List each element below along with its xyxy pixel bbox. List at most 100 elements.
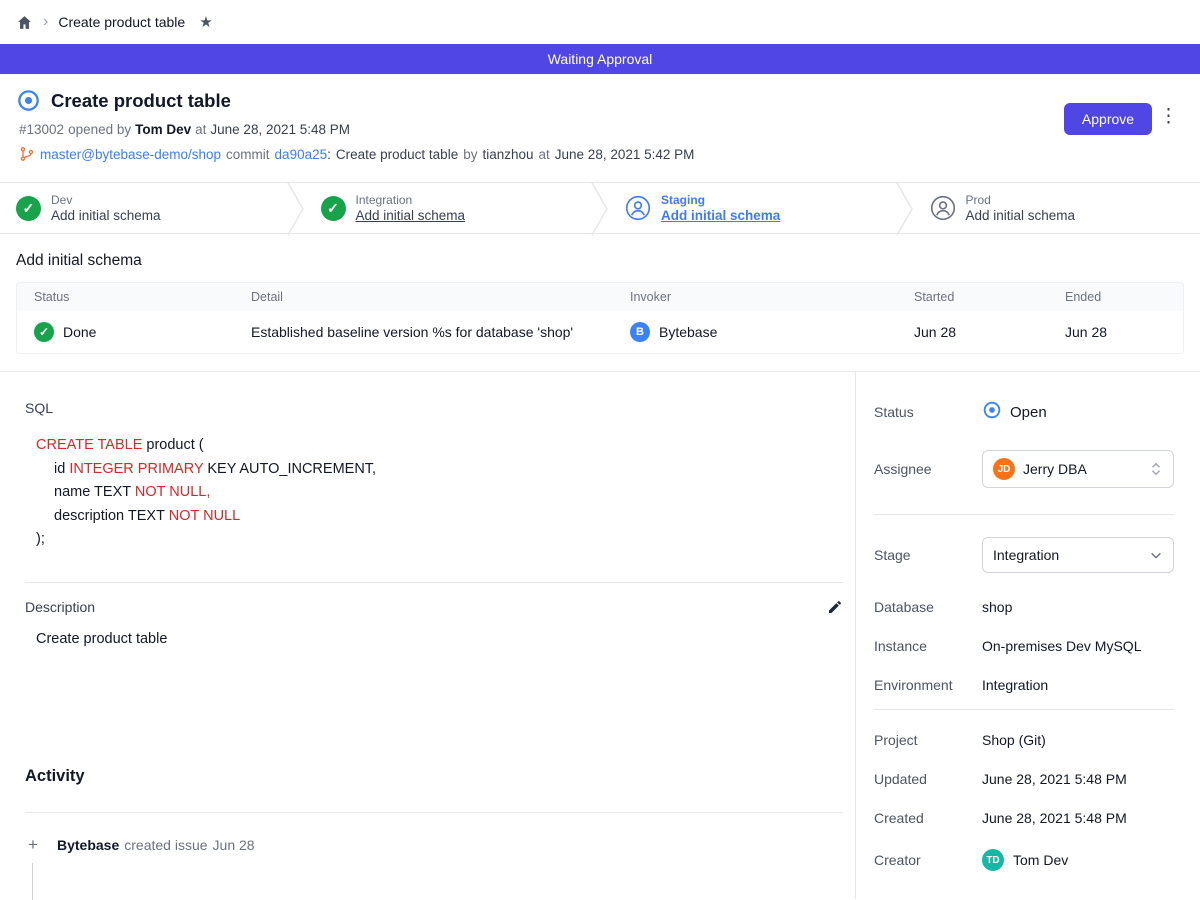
sql-line: description TEXT NOT NULL bbox=[36, 505, 843, 529]
commit-message: Create product table bbox=[336, 147, 458, 162]
stage-name: Prod bbox=[966, 193, 1076, 207]
task-table-header: StatusDetailInvokerStartedEnded bbox=[17, 283, 1183, 311]
project-label: Project bbox=[874, 732, 982, 748]
activity-date: Jun 28 bbox=[213, 837, 255, 853]
table-header-detail: Detail bbox=[251, 290, 630, 304]
task-status: Done bbox=[63, 324, 96, 340]
person-icon bbox=[625, 195, 651, 221]
divider bbox=[874, 709, 1174, 710]
breadcrumb-bar: › Create product table ★ bbox=[0, 0, 1200, 44]
chevron-down-icon bbox=[1149, 548, 1163, 562]
open-status-icon bbox=[982, 400, 1002, 424]
task-table-row[interactable]: ✓ Done Established baseline version %s f… bbox=[17, 311, 1183, 353]
description-text: Create product table bbox=[36, 631, 843, 647]
stage-name: Staging bbox=[661, 193, 780, 207]
divider bbox=[25, 812, 843, 813]
pipeline-stage-integration[interactable]: ✓ IntegrationAdd initial schema bbox=[305, 183, 592, 233]
sql-line: id INTEGER PRIMARY KEY AUTO_INCREMENT, bbox=[36, 458, 843, 482]
commit-by: by bbox=[463, 147, 477, 162]
updated-value: June 28, 2021 5:48 PM bbox=[982, 771, 1127, 787]
sql-line: name TEXT NOT NULL, bbox=[36, 481, 843, 505]
pipeline-stage-dev[interactable]: ✓DevAdd initial schema bbox=[0, 183, 287, 233]
waiting-approval-banner: Waiting Approval bbox=[0, 44, 1200, 74]
instance-row: Instance On-premises Dev MySQL bbox=[874, 638, 1174, 654]
creator-name: Tom Dev bbox=[1013, 852, 1068, 868]
database-label: Database bbox=[874, 599, 982, 615]
project-value[interactable]: Shop (Git) bbox=[982, 732, 1046, 748]
pipeline-stage-staging[interactable]: StagingAdd initial schema bbox=[609, 183, 896, 233]
task-invoker-cell: B Bytebase bbox=[630, 322, 914, 342]
task-title: Add initial schema bbox=[16, 252, 1184, 270]
updown-chevron-icon bbox=[1149, 462, 1163, 476]
divider bbox=[25, 582, 843, 583]
assignee-row: Assignee JD Jerry DBA bbox=[874, 450, 1174, 488]
breadcrumb-title[interactable]: Create product table bbox=[58, 14, 185, 30]
assignee-name: Jerry DBA bbox=[1023, 461, 1087, 477]
created-value: June 28, 2021 5:48 PM bbox=[982, 810, 1127, 826]
sql-line: ); bbox=[36, 528, 843, 552]
main-content: SQL CREATE TABLE product (id INTEGER PRI… bbox=[0, 371, 1200, 899]
assignee-label: Assignee bbox=[874, 461, 982, 477]
stage-task-link[interactable]: Add initial schema bbox=[966, 208, 1076, 223]
status-label: Status bbox=[874, 404, 982, 420]
commit-word: commit bbox=[226, 147, 270, 162]
task-invoker: Bytebase bbox=[659, 324, 717, 340]
updated-label: Updated bbox=[874, 771, 982, 787]
status-row: Status Open bbox=[874, 400, 1174, 424]
status-value: Open bbox=[982, 400, 1047, 424]
commit-author: tianzhou bbox=[482, 147, 533, 162]
home-icon[interactable] bbox=[16, 14, 33, 31]
sql-line: CREATE TABLE product ( bbox=[36, 434, 843, 458]
meta-opened-by: opened by bbox=[68, 122, 131, 137]
plus-icon: + bbox=[25, 835, 41, 855]
environment-value: Integration bbox=[982, 677, 1048, 693]
commit-colon: : bbox=[327, 147, 331, 162]
person-icon bbox=[930, 195, 956, 221]
database-value[interactable]: shop bbox=[982, 599, 1012, 615]
project-row: Project Shop (Git) bbox=[874, 732, 1174, 748]
issue-header: Create product table #13002 opened by To… bbox=[0, 74, 1200, 182]
stage-task-link[interactable]: Add initial schema bbox=[661, 208, 780, 223]
task-ended: Jun 28 bbox=[1065, 324, 1183, 340]
activity-entry: + Bytebase created issue Jun 28 bbox=[25, 835, 843, 855]
stage-task-link[interactable]: Add initial schema bbox=[51, 208, 161, 223]
issue-number: #13002 bbox=[19, 122, 64, 137]
creator-avatar: TD bbox=[982, 849, 1004, 871]
issue-sidebar: Status Open Assignee JD Jerry DBA bbox=[855, 372, 1200, 899]
assignee-select[interactable]: JD Jerry DBA bbox=[982, 450, 1174, 488]
commit-hash-link[interactable]: da90a25 bbox=[275, 147, 328, 162]
instance-label: Instance bbox=[874, 638, 982, 654]
stage-select-value: Integration bbox=[993, 547, 1059, 563]
assignee-avatar: JD bbox=[993, 458, 1015, 480]
pipeline-stages: ✓DevAdd initial schema✓IntegrationAdd in… bbox=[0, 182, 1200, 234]
stage-row: Stage Integration bbox=[874, 537, 1174, 573]
edit-pencil-icon[interactable] bbox=[827, 599, 843, 615]
kebab-menu-icon[interactable]: ⋮ bbox=[1159, 101, 1178, 133]
stage-select[interactable]: Integration bbox=[982, 537, 1174, 573]
stage-task-link[interactable]: Add initial schema bbox=[356, 208, 466, 223]
creator-label: Creator bbox=[874, 852, 982, 868]
task-table: StatusDetailInvokerStartedEnded ✓ Done E… bbox=[16, 282, 1184, 354]
status-text: Open bbox=[1010, 404, 1047, 421]
environment-label: Environment bbox=[874, 677, 982, 693]
stage-done-check-icon: ✓ bbox=[321, 196, 346, 221]
commit-at: at bbox=[539, 147, 550, 162]
sql-label: SQL bbox=[25, 400, 843, 416]
issue-detail-panel: SQL CREATE TABLE product (id INTEGER PRI… bbox=[0, 372, 855, 899]
table-header-invoker: Invoker bbox=[630, 290, 914, 304]
star-icon[interactable]: ★ bbox=[199, 13, 212, 31]
pipeline-stage-prod[interactable]: ProdAdd initial schema bbox=[914, 183, 1200, 233]
creator-row: Creator TD Tom Dev bbox=[874, 849, 1174, 871]
bytebase-avatar: B bbox=[630, 322, 650, 342]
task-status-cell: ✓ Done bbox=[34, 322, 251, 342]
commit-repo-link[interactable]: master@bytebase-demo/shop bbox=[40, 147, 221, 162]
issue-title: Create product table bbox=[51, 90, 231, 112]
stage-separator-icon bbox=[896, 183, 914, 235]
approve-button[interactable]: Approve bbox=[1064, 103, 1152, 135]
instance-value[interactable]: On-premises Dev MySQL bbox=[982, 638, 1141, 654]
stage-name: Integration bbox=[356, 193, 466, 207]
issue-open-icon bbox=[16, 88, 41, 113]
divider bbox=[874, 514, 1174, 515]
stage-name: Dev bbox=[51, 193, 161, 207]
commit-line: master@bytebase-demo/shop commit da90a25… bbox=[19, 146, 1184, 162]
